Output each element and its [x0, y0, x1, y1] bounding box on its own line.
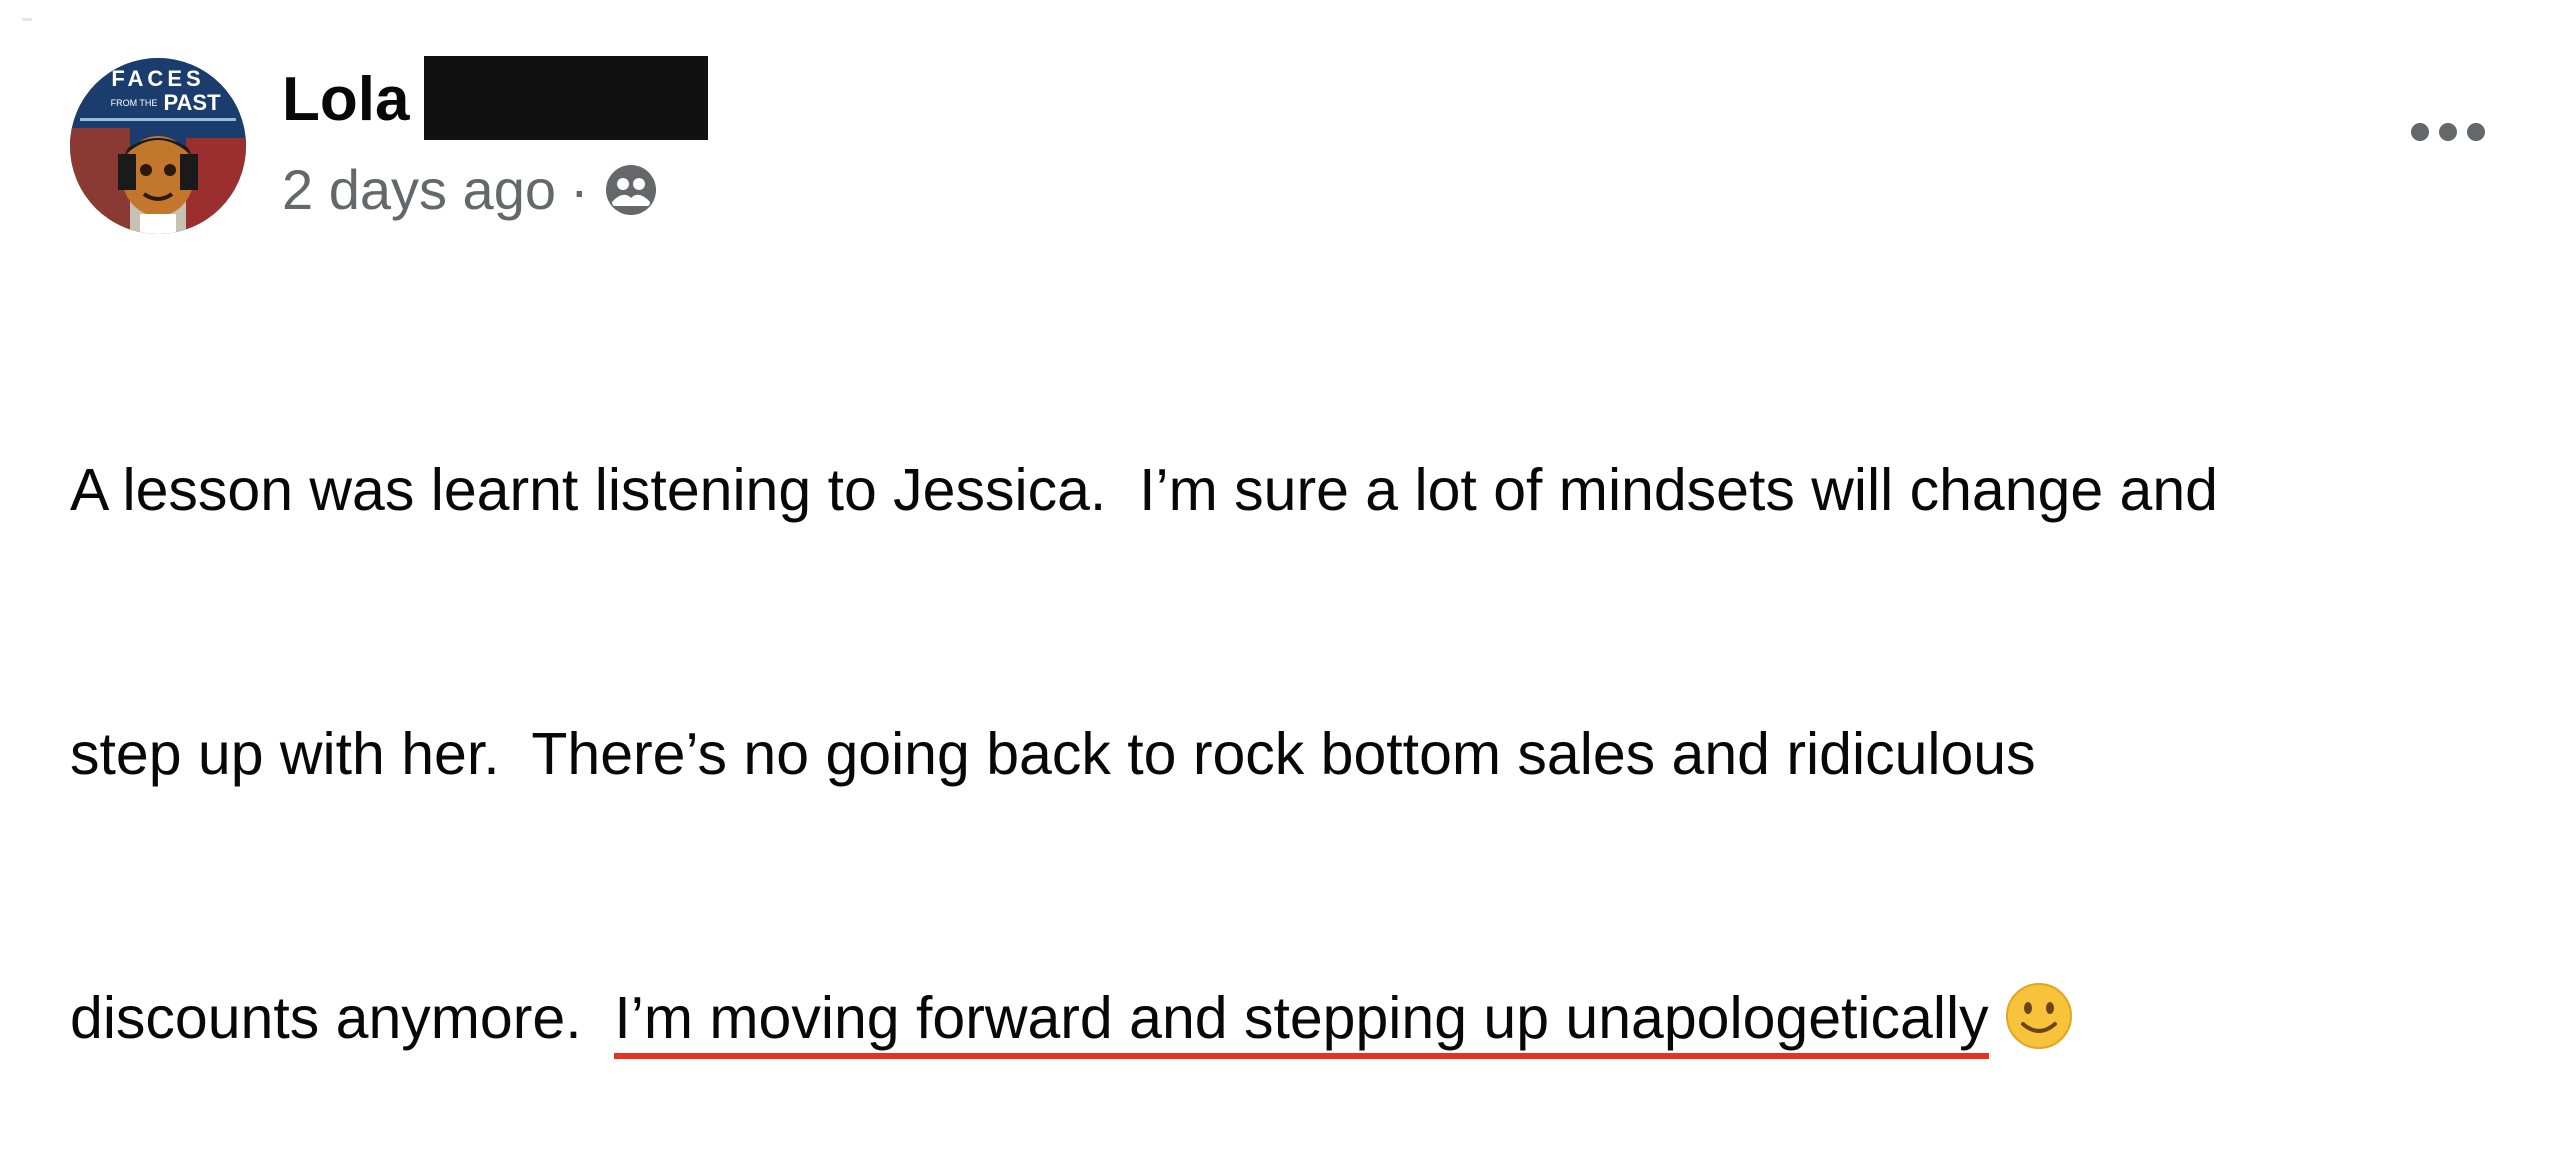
more-options-icon: [2411, 123, 2429, 141]
more-options-button[interactable]: [2400, 100, 2496, 164]
friends-icon[interactable]: [603, 162, 659, 218]
avatar-image: FACES FROM THE PAST: [70, 58, 246, 234]
more-options-icon-dot: [2467, 123, 2485, 141]
more-options-icon-dot: [2439, 123, 2457, 141]
avatar-title-2: PAST: [163, 90, 221, 115]
post-text-line: A lesson was learnt listening to Jessica…: [70, 457, 2218, 523]
avatar-subtitle: FROM THE: [111, 98, 158, 108]
post-body: A lesson was learnt listening to Jessica…: [70, 270, 2510, 1150]
post-text-segment: discounts anymore.: [70, 985, 615, 1051]
avatar-title: FACES: [111, 66, 204, 91]
post-meta: 2 days ago ·: [282, 150, 659, 230]
corner-mark: [22, 18, 32, 21]
author-name[interactable]: Lola: [282, 60, 409, 140]
slightly-smiling-face-emoji: [2005, 983, 2072, 1049]
underlined-highlight: I’m moving forward and stepping up unapo…: [614, 985, 1989, 1059]
author-avatar[interactable]: FACES FROM THE PAST: [70, 58, 246, 234]
post-timestamp[interactable]: 2 days ago: [282, 150, 556, 230]
post-text-line-last: discounts anymore. I’m moving forward an…: [70, 974, 2510, 1062]
post-text-line: step up with her. There’s no going back …: [70, 721, 2036, 787]
redacted-surname: [424, 56, 708, 140]
meta-separator: ·: [569, 158, 589, 221]
